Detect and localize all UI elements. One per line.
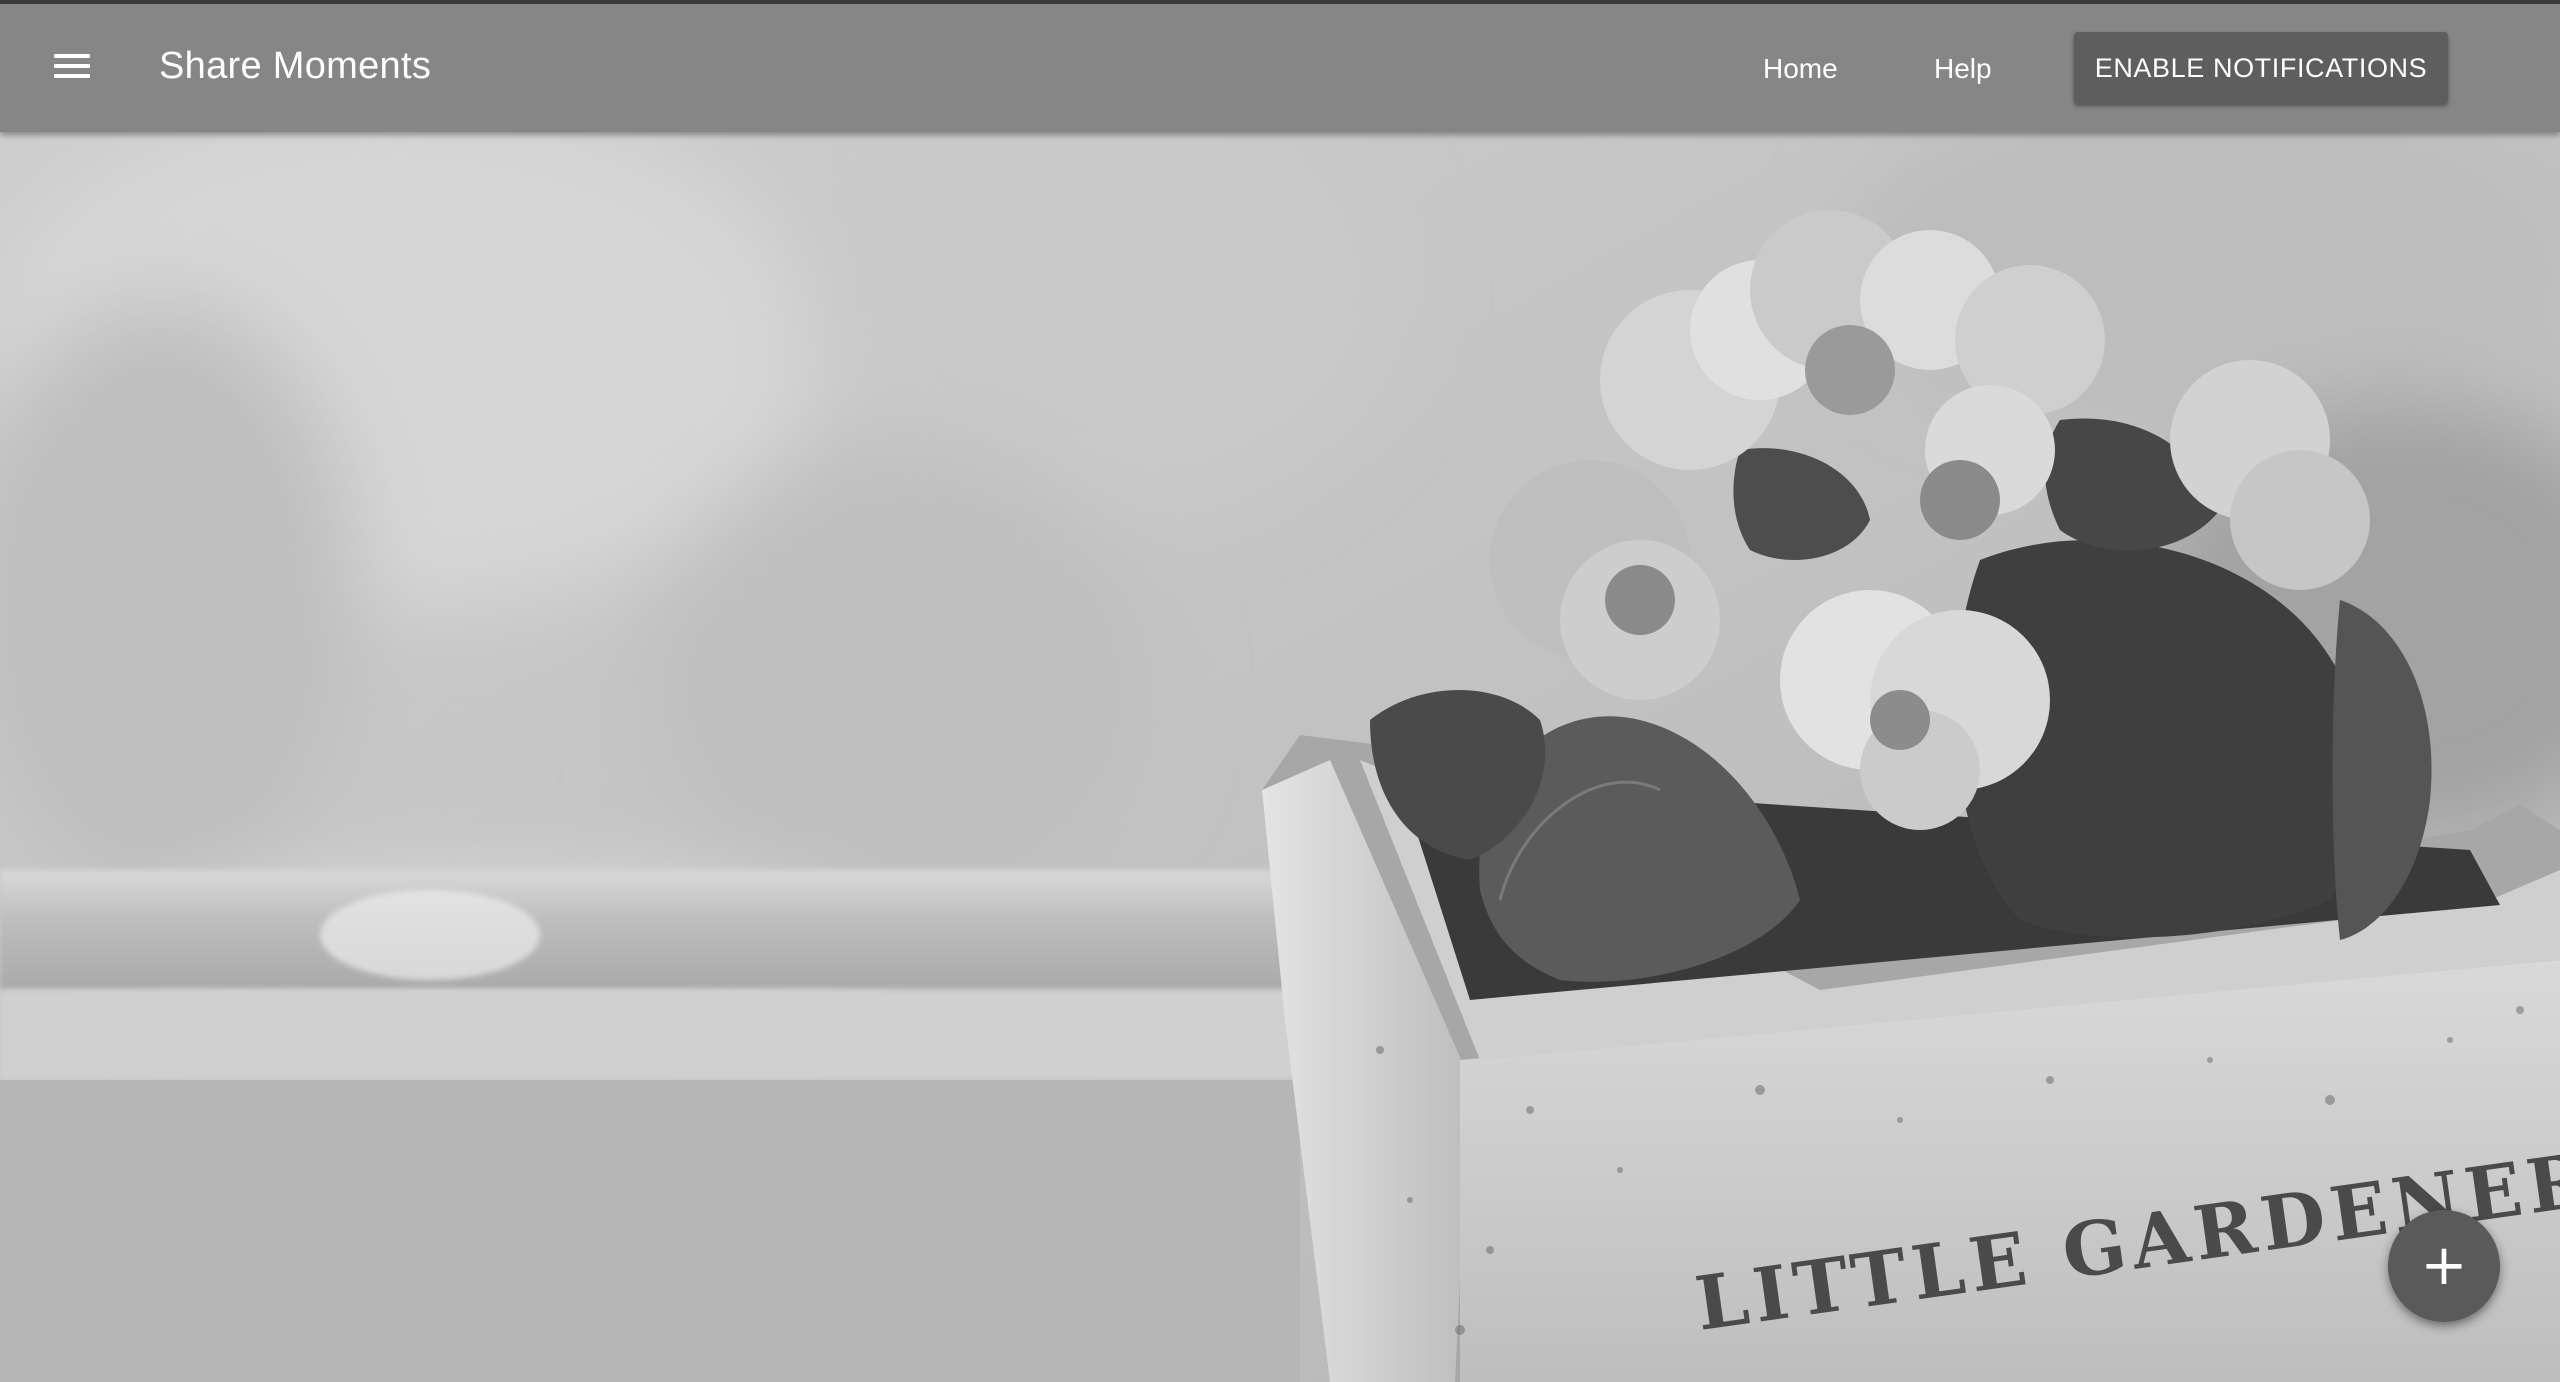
hero-image: LITTLE GARDENER <box>0 0 2560 1382</box>
app-screen: LITTLE GARDENER Share Moments Home Help … <box>0 0 2560 1382</box>
menu-button[interactable] <box>40 34 104 98</box>
app-bar: Share Moments Home Help ENABLE NOTIFICAT… <box>0 4 2560 132</box>
plus-icon: + <box>2420 1233 2468 1298</box>
nav-link-help[interactable]: Help <box>1934 52 1992 86</box>
hamburger-icon <box>54 54 90 58</box>
add-post-button[interactable]: + <box>2388 1210 2500 1322</box>
enable-notifications-button[interactable]: ENABLE NOTIFICATIONS <box>2074 32 2448 104</box>
app-title: Share Moments <box>159 45 432 87</box>
nav-link-home[interactable]: Home <box>1763 52 1838 86</box>
